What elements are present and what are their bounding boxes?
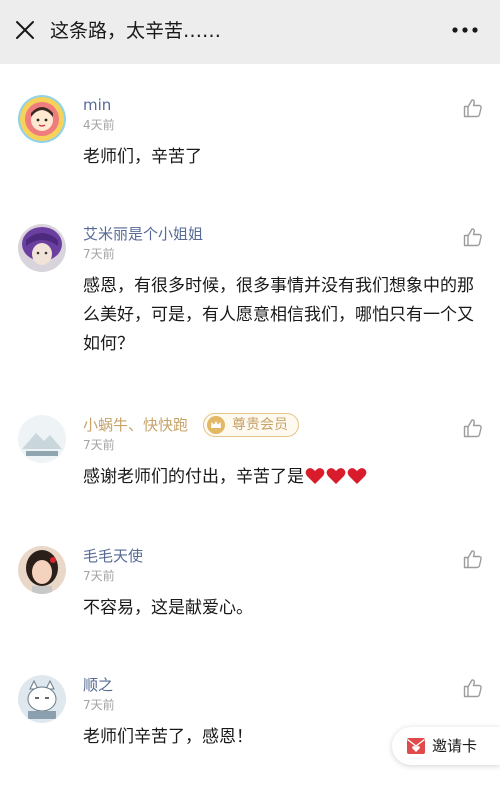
heart-icon (347, 468, 367, 484)
envelope-icon (407, 738, 425, 754)
commenter-name[interactable]: 毛毛天使 (83, 546, 143, 566)
comment-time: 7天前 (83, 247, 115, 261)
comment-text: 不容易，这是献爱心。 (83, 598, 253, 618)
commenter-name[interactable]: 艾米丽是个小姐姐 (83, 224, 203, 244)
comment-text: 感恩，有很多时候，很多事情并没有我们想象中的那么美好，可是，有人愿意相信我们，哪… (83, 276, 474, 354)
heart-icon (326, 468, 346, 484)
comment-time: 7天前 (83, 438, 115, 452)
avatar[interactable] (18, 95, 66, 143)
comment-text: 老师们，辛苦了 (83, 147, 202, 167)
avatar[interactable] (18, 415, 66, 463)
invite-card-label: 邀请卡 (432, 737, 478, 755)
thumbs-up-icon[interactable] (462, 97, 484, 119)
comment-text-body: 感谢老师们的付出，辛苦了是 (83, 467, 304, 487)
avatar[interactable] (18, 224, 66, 272)
avatar[interactable] (18, 675, 66, 723)
thumbs-up-icon[interactable] (462, 226, 484, 248)
invite-card-button[interactable]: 邀请卡 (392, 727, 500, 765)
vip-badge: 尊贵会员 (203, 413, 299, 437)
comment-time: 7天前 (83, 569, 115, 583)
thumbs-up-icon[interactable] (462, 677, 484, 699)
heart-icon (305, 468, 325, 484)
thumbs-up-icon[interactable] (462, 548, 484, 570)
comment-time: 7天前 (83, 698, 115, 712)
avatar[interactable] (18, 546, 66, 594)
commenter-name[interactable]: min (83, 95, 111, 115)
crown-icon (207, 416, 225, 434)
top-bar: 这条路，太辛苦…… (0, 0, 500, 64)
vip-badge-label: 尊贵会员 (232, 417, 288, 433)
close-icon[interactable] (12, 17, 38, 43)
comment-time: 4天前 (83, 118, 115, 132)
more-icon[interactable] (450, 24, 480, 36)
comment-text: 感谢老师们的付出，辛苦了是 (83, 463, 483, 492)
commenter-name[interactable]: 顺之 (83, 675, 113, 695)
thumbs-up-icon[interactable] (462, 417, 484, 439)
commenter-name[interactable]: 小蜗牛、快快跑 (83, 415, 188, 435)
page-title: 这条路，太辛苦…… (50, 20, 222, 42)
